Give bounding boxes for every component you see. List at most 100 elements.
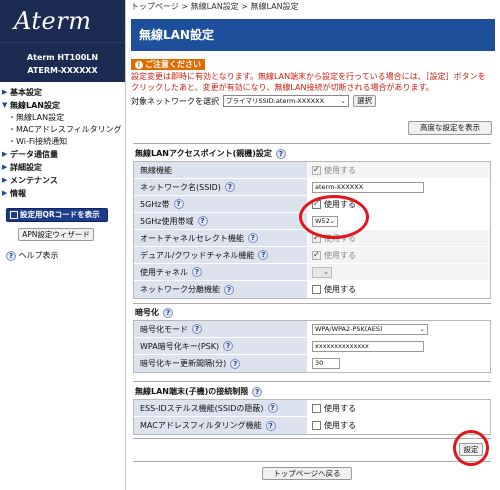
section-client: 無線LAN端末(子機)の接続制限? ESS-IDステルス機能(SSIDの隠蔽)?… bbox=[133, 385, 491, 435]
help-icon[interactable]: ? bbox=[267, 403, 278, 413]
row-value: 使用する bbox=[308, 247, 490, 263]
row-label: WPA暗号化キー(PSK)? bbox=[134, 338, 308, 354]
psk-input[interactable]: xxxxxxxxxxxxxx bbox=[312, 340, 424, 352]
sidebar-subitem-wifi-notify[interactable]: ・Wi-Fi接続通知 bbox=[0, 136, 125, 148]
wireless-func-checkbox[interactable] bbox=[312, 165, 321, 175]
row-value: 使用する bbox=[308, 281, 490, 298]
row-label: 暗号化キー更新間隔(分)? bbox=[134, 355, 308, 372]
help-icon[interactable]: ? bbox=[163, 308, 173, 318]
triangle-icon: ▶ bbox=[2, 150, 8, 158]
help-icon[interactable]: ? bbox=[247, 233, 258, 243]
row-label: MACアドレスフィルタリング機能? bbox=[134, 417, 308, 434]
sidebar-subitem-wlan-settings[interactable]: ・無線LAN設定 bbox=[0, 112, 125, 124]
divider bbox=[133, 461, 491, 462]
channel-select[interactable]: ⌄ bbox=[312, 266, 332, 278]
row-value: aterm-XXXXXX bbox=[308, 179, 490, 195]
apn-wizard-button[interactable]: APN設定ウィザード bbox=[18, 228, 94, 241]
triangle-icon: ▶ bbox=[2, 176, 8, 184]
help-icon[interactable]: ? bbox=[197, 216, 208, 226]
help-icon[interactable]: ? bbox=[173, 199, 184, 209]
sidebar-item-data-usage[interactable]: ▶ データ通信量 bbox=[0, 148, 125, 161]
target-network-row: 対象ネットワークを選択 プライマリSSID:aterm-XXXXXX ⌄ 選択 bbox=[131, 94, 495, 108]
table-row: MACアドレスフィルタリング機能? 使用する bbox=[134, 417, 490, 434]
notice-header: ! ご注意ください bbox=[131, 59, 495, 70]
row-label: 暗号化モード? bbox=[134, 321, 308, 337]
qr-icon bbox=[10, 211, 18, 219]
table-row: 使用チャネル? ⌄ bbox=[134, 264, 490, 281]
row-label: デュアル/クワッドチャネル機能? bbox=[134, 247, 308, 263]
help-icon[interactable]: ? bbox=[252, 387, 263, 397]
section-title: 無線LAN端末(子機)の接続制限? bbox=[133, 385, 491, 399]
client-table: ESS-IDステルス機能(SSIDの隠蔽)? 使用する MACアドレスフィルタリ… bbox=[133, 399, 491, 435]
help-icon[interactable]: ? bbox=[258, 250, 269, 260]
help-icon[interactable]: ? bbox=[265, 420, 276, 431]
highlight-circle bbox=[299, 195, 369, 239]
help-icon[interactable]: ? bbox=[191, 267, 202, 277]
help-icon[interactable]: ? bbox=[230, 358, 241, 369]
show-advanced-button[interactable]: 高度な設定を表示 bbox=[408, 121, 492, 135]
row-label: 5GHz使用帯域? bbox=[134, 213, 308, 229]
row-label: ESS-IDステルス機能(SSIDの隠蔽)? bbox=[134, 400, 308, 416]
divider bbox=[133, 438, 491, 439]
help-icon[interactable]: ? bbox=[192, 324, 202, 334]
row-value: ⌄ bbox=[308, 264, 490, 280]
row-label: 使用チャネル? bbox=[134, 264, 308, 280]
aterm-logo: Aterm bbox=[0, 0, 125, 42]
warning-icon: ! bbox=[135, 60, 143, 69]
logo-text: Aterm bbox=[14, 7, 92, 35]
ssid-input[interactable]: aterm-XXXXXX bbox=[312, 181, 424, 193]
sidebar: Aterm Aterm HT100LN ATERM-XXXXXX ▶ 基本設定 ▼… bbox=[0, 0, 126, 490]
select-button[interactable]: 選択 bbox=[353, 95, 376, 107]
help-link[interactable]: ? ヘルプ表示 bbox=[6, 250, 125, 261]
help-icon: ? bbox=[6, 250, 16, 261]
divider bbox=[133, 303, 491, 304]
section-encryption: 暗号化? 暗号化モード? WPA/WPA2-PSK(AES) ⌄ WPA暗号化キー… bbox=[133, 306, 491, 373]
table-row: 暗号化キー更新間隔(分)? 30 bbox=[134, 355, 490, 372]
row-value: 使用する bbox=[308, 162, 490, 178]
help-icon[interactable]: ? bbox=[223, 341, 234, 351]
highlight-circle bbox=[453, 430, 489, 466]
show-qr-code-button[interactable]: 設定用QRコードを表示 bbox=[6, 208, 108, 222]
mac-filter-checkbox[interactable] bbox=[312, 421, 321, 430]
sidebar-item-basic[interactable]: ▶ 基本設定 bbox=[0, 86, 125, 99]
sidebar-item-maintenance[interactable]: ▶ メンテナンス bbox=[0, 174, 125, 187]
target-network-select[interactable]: プライマリSSID:aterm-XXXXXX ⌄ bbox=[223, 95, 349, 107]
chevron-down-icon: ⌄ bbox=[323, 267, 329, 276]
row-label: オートチャネルセレクト機能? bbox=[134, 230, 308, 246]
row-value: xxxxxxxxxxxxxx bbox=[308, 338, 490, 354]
chevron-down-icon: ⌄ bbox=[340, 97, 346, 105]
row-value: 使用する bbox=[308, 400, 490, 416]
key-interval-input[interactable]: 30 bbox=[312, 358, 340, 369]
notice-text: 設定変更は即時に有効となります。無線LAN端末から設定を行っている場合には、［設… bbox=[131, 72, 486, 92]
encryption-mode-select[interactable]: WPA/WPA2-PSK(AES) ⌄ bbox=[312, 323, 428, 335]
breadcrumb: トップページ > 無線LAN設定 > 無線LAN設定 bbox=[131, 2, 299, 11]
section-title: 暗号化? bbox=[133, 306, 491, 320]
table-row: ESS-IDステルス機能(SSIDの隠蔽)? 使用する bbox=[134, 400, 490, 417]
row-label: 無線機能 bbox=[134, 162, 308, 178]
sidebar-item-advanced[interactable]: ▶ 詳細設定 bbox=[0, 161, 125, 174]
triangle-icon: ▶ bbox=[2, 88, 8, 96]
table-row: 無線機能 使用する bbox=[134, 162, 490, 179]
back-to-top-button[interactable]: トップページへ戻る bbox=[262, 467, 352, 480]
sidebar-item-info[interactable]: ▶ 情報 bbox=[0, 187, 125, 200]
network-separator-checkbox[interactable] bbox=[312, 285, 321, 294]
row-value: WPA/WPA2-PSK(AES) ⌄ bbox=[308, 321, 490, 337]
table-row: ネットワーク分離機能? 使用する bbox=[134, 281, 490, 298]
encryption-table: 暗号化モード? WPA/WPA2-PSK(AES) ⌄ WPA暗号化キー(PSK)… bbox=[133, 320, 491, 373]
table-row: ネットワーク名(SSID)? aterm-XXXXXX bbox=[134, 179, 490, 196]
help-icon[interactable]: ? bbox=[224, 284, 234, 295]
dual-channel-checkbox[interactable] bbox=[312, 250, 321, 260]
help-icon[interactable]: ? bbox=[224, 182, 235, 192]
divider bbox=[133, 143, 491, 144]
help-icon[interactable]: ? bbox=[275, 149, 286, 159]
ssid-stealth-checkbox[interactable] bbox=[312, 403, 321, 413]
row-value: 30 bbox=[308, 355, 490, 372]
device-id: ATERM-XXXXXX bbox=[27, 66, 98, 75]
triangle-icon: ▶ bbox=[2, 163, 8, 171]
table-row: WPA暗号化キー(PSK)? xxxxxxxxxxxxxx bbox=[134, 338, 490, 355]
model-name: Aterm HT100LN bbox=[26, 53, 99, 62]
notice-badge: ! ご注意ください bbox=[131, 59, 205, 70]
triangle-icon: ▼ bbox=[2, 101, 8, 109]
sidebar-item-wlan[interactable]: ▼ 無線LAN設定 bbox=[0, 99, 125, 112]
sidebar-subitem-mac-filter[interactable]: ・MACアドレスフィルタリング bbox=[0, 124, 125, 136]
